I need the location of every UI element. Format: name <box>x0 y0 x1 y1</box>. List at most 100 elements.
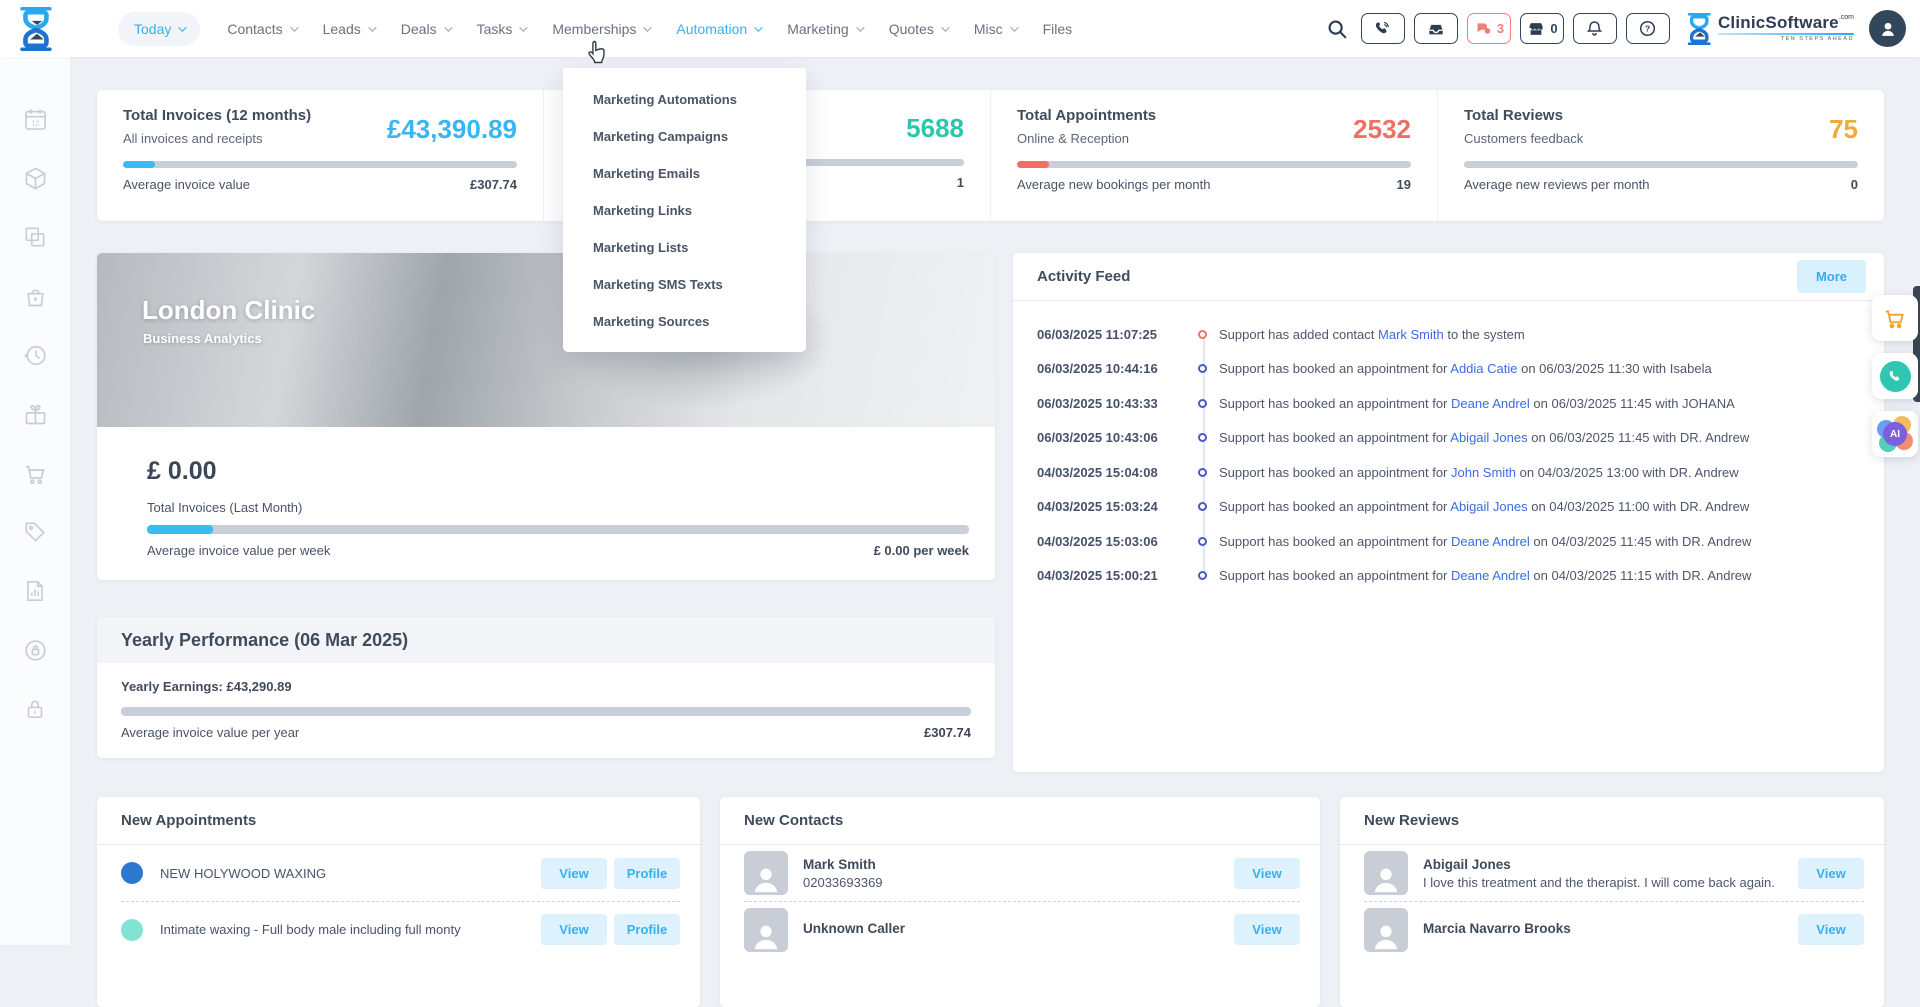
feed-time: 04/03/2025 15:00:21 <box>1037 568 1187 583</box>
progress-bar <box>1017 161 1411 168</box>
feed-time: 06/03/2025 10:43:06 <box>1037 430 1187 445</box>
timeline-marker <box>1198 433 1207 442</box>
history-icon <box>22 342 49 369</box>
nav-label: Tasks <box>477 21 513 37</box>
contact-name: Mark Smith <box>803 857 1224 872</box>
nav-memberships[interactable]: Memberships <box>552 21 649 37</box>
nav-label: Leads <box>323 21 361 37</box>
contact-link[interactable]: Deane Andrel <box>1451 568 1530 583</box>
search-icon[interactable] <box>1326 18 1348 40</box>
help-button[interactable]: ? <box>1626 13 1670 44</box>
nav-files[interactable]: Files <box>1043 21 1073 37</box>
stat-subtitle: Online & Reception <box>1017 131 1156 146</box>
store-button[interactable]: 0 <box>1520 13 1564 44</box>
floating-call-button[interactable] <box>1872 353 1918 399</box>
contact-link[interactable]: Addia Catie <box>1450 361 1517 376</box>
help-icon: ? <box>1638 19 1657 38</box>
profile-button[interactable]: Profile <box>614 858 680 889</box>
view-button[interactable]: View <box>541 914 607 945</box>
menu-item-marketing-automations[interactable]: Marketing Automations <box>563 81 806 118</box>
menu-item-marketing-sms-texts[interactable]: Marketing SMS Texts <box>563 266 806 303</box>
stat-card-appointments[interactable]: Total Appointments Online & Reception 25… <box>990 90 1437 221</box>
clinicsoftware-logo-icon[interactable] <box>14 7 60 51</box>
nav-label: Quotes <box>889 21 934 37</box>
phone-button[interactable] <box>1361 13 1405 44</box>
nav-tasks[interactable]: Tasks <box>477 21 526 37</box>
reviewer-name: Marcia Navarro Brooks <box>1423 921 1788 936</box>
appointment-row: Intimate waxing - Full body male includi… <box>121 901 680 957</box>
notifications-button[interactable] <box>1573 13 1617 44</box>
stat-card-invoices[interactable]: Total Invoices (12 months) All invoices … <box>97 90 543 221</box>
chat-button[interactable]: 3 <box>1467 13 1511 44</box>
sidebar-item-duplicates[interactable] <box>21 223 49 251</box>
sidebar-item-bookings[interactable] <box>21 282 49 310</box>
basket-icon <box>22 283 49 310</box>
stat-title: Total Appointments <box>1017 107 1156 124</box>
sidebar-item-pricing[interactable] <box>21 518 49 546</box>
sidebar-item-privacy[interactable] <box>21 695 49 723</box>
contact-name: Unknown Caller <box>803 921 1224 936</box>
sidebar-item-history[interactable] <box>21 341 49 369</box>
inbox-button[interactable] <box>1414 13 1458 44</box>
brand-name: ClinicSoftware <box>1718 13 1839 32</box>
stat-footer-value: 1 <box>957 175 964 190</box>
invoice-footer-label: Average invoice value per week <box>147 543 330 558</box>
nav-today[interactable]: Today <box>118 12 200 46</box>
new-appointments-card: New Appointments NEW HOLYWOOD WAXING Vie… <box>97 797 700 1007</box>
stat-footer-value: 19 <box>1397 177 1411 192</box>
contact-link[interactable]: Deane Andrel <box>1451 534 1530 549</box>
contact-link[interactable]: John Smith <box>1451 465 1516 480</box>
feed-item: 04/03/2025 15:03:24 Support has booked a… <box>1037 490 1884 525</box>
feed-time: 04/03/2025 15:03:24 <box>1037 499 1187 514</box>
view-button[interactable]: View <box>1798 914 1864 945</box>
brand-logo[interactable]: ClinicSoftware.com TEN STEPS AHEAD <box>1687 13 1854 45</box>
menu-item-marketing-campaigns[interactable]: Marketing Campaigns <box>563 118 806 155</box>
menu-item-marketing-links[interactable]: Marketing Links <box>563 192 806 229</box>
user-avatar[interactable] <box>1869 10 1906 47</box>
chevron-down-icon <box>520 23 528 31</box>
reviewer-name: Abigail Jones <box>1423 857 1788 872</box>
nav-automation[interactable]: Automation <box>676 21 760 37</box>
sidebar-item-gifts[interactable] <box>21 400 49 428</box>
more-button[interactable]: More <box>1797 260 1866 293</box>
stat-footer-value: £307.74 <box>470 177 517 192</box>
yearly-earnings: Yearly Earnings: £43,290.89 <box>121 679 971 694</box>
nav-misc[interactable]: Misc <box>974 21 1016 37</box>
view-button[interactable]: View <box>1798 858 1864 889</box>
view-button[interactable]: View <box>1234 914 1300 945</box>
chevron-down-icon <box>1010 23 1018 31</box>
cube-icon <box>22 165 49 192</box>
nav-leads[interactable]: Leads <box>323 21 374 37</box>
nav-deals[interactable]: Deals <box>401 21 450 37</box>
view-button[interactable]: View <box>1234 858 1300 889</box>
contact-link[interactable]: Abigail Jones <box>1450 499 1527 514</box>
sidebar-item-shop[interactable] <box>21 459 49 487</box>
menu-item-marketing-emails[interactable]: Marketing Emails <box>563 155 806 192</box>
nav-marketing[interactable]: Marketing <box>787 21 861 37</box>
nav-contacts[interactable]: Contacts <box>227 21 295 37</box>
nav-quotes[interactable]: Quotes <box>889 21 947 37</box>
nav-label: Marketing <box>787 21 848 37</box>
contact-link[interactable]: Abigail Jones <box>1450 430 1527 445</box>
floating-ai-button[interactable]: AI <box>1872 411 1918 457</box>
avatar <box>1364 851 1408 895</box>
stat-subtitle: Customers feedback <box>1464 131 1583 146</box>
sidebar-item-reports[interactable] <box>21 577 49 605</box>
floating-cart-button[interactable] <box>1872 295 1918 341</box>
contact-link[interactable]: Deane Andrel <box>1451 396 1530 411</box>
profile-button[interactable]: Profile <box>614 914 680 945</box>
chevron-down-icon <box>856 23 864 31</box>
stat-card-reviews[interactable]: Total Reviews Customers feedback 75 Aver… <box>1437 90 1884 221</box>
brand-underline <box>1718 33 1854 35</box>
contact-link[interactable]: Mark Smith <box>1378 327 1444 342</box>
cart-icon <box>1882 305 1908 331</box>
menu-item-marketing-sources[interactable]: Marketing Sources <box>563 303 806 340</box>
sidebar-item-account-security[interactable] <box>21 636 49 664</box>
menu-item-marketing-lists[interactable]: Marketing Lists <box>563 229 806 266</box>
stat-subtitle: All invoices and receipts <box>123 131 311 146</box>
service-dot <box>121 919 143 941</box>
timeline-marker <box>1198 571 1207 580</box>
sidebar-item-products[interactable] <box>21 164 49 192</box>
sidebar-item-calendar[interactable]: 12 <box>21 105 49 133</box>
view-button[interactable]: View <box>541 858 607 889</box>
